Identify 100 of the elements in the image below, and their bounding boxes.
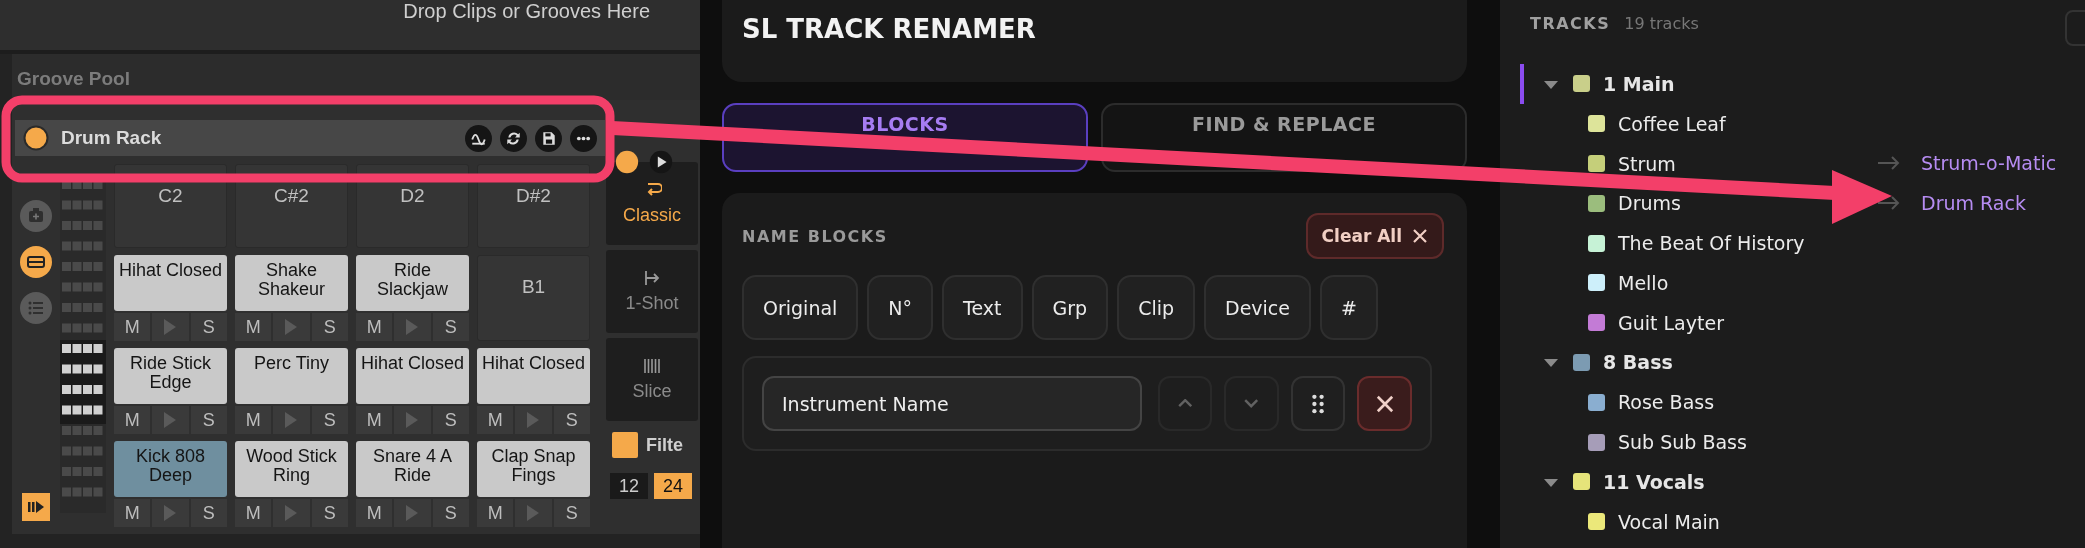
track-name[interactable]: Strum	[1618, 152, 1676, 175]
track-name[interactable]: Vocal Main	[1618, 510, 1720, 533]
new-name: Strum-o-Matic	[1921, 152, 2057, 175]
mute-button[interactable]: M	[235, 313, 272, 341]
drum-pad[interactable]: Ride Slackjaw	[356, 255, 469, 311]
solo-button[interactable]: S	[190, 313, 227, 341]
mute-button[interactable]: M	[235, 499, 272, 527]
drum-pad[interactable]: Kick 808 Deep	[114, 441, 227, 497]
drum-pad[interactable]: Clap Snap Fings	[477, 441, 590, 497]
track-row[interactable]: Rose Bass	[1520, 382, 2085, 423]
track-row[interactable]: Guit Layter	[1520, 302, 2085, 343]
mute-button[interactable]: M	[114, 499, 151, 527]
drum-pad[interactable]: Ride Stick Edge	[114, 348, 227, 404]
wave-icon[interactable]	[465, 124, 492, 152]
track-row[interactable]: Mello	[1520, 263, 2085, 303]
power-icon[interactable]	[615, 150, 639, 174]
new-name: Drum Rack	[1921, 192, 2026, 215]
mute-button[interactable]: M	[356, 499, 393, 527]
block-chip[interactable]: Grp	[1031, 275, 1109, 340]
track-count: 19 tracks	[1624, 14, 1699, 33]
track-row[interactable]: Strum Strum-o-Matic	[1520, 143, 2085, 184]
track-row[interactable]: Sub Sub Bass	[1520, 422, 2085, 462]
drum-pad[interactable]: Hihat Closed	[356, 348, 469, 404]
track-name[interactable]: Rose Bass	[1618, 391, 1715, 414]
track-row[interactable]: Drums Drum Rack	[1520, 183, 2085, 224]
pad-note-label: D2	[400, 185, 425, 207]
refresh-icon[interactable]	[500, 124, 527, 152]
block-chip[interactable]: #	[1320, 275, 1378, 340]
drum-pad[interactable]: Perc Tiny	[235, 348, 348, 404]
block-chip[interactable]: Device	[1204, 275, 1311, 340]
chevron-up-icon	[1177, 399, 1192, 408]
text-field[interactable]: Instrument Name	[762, 376, 1142, 431]
slope-button[interactable]: 24	[654, 473, 692, 499]
solo-button[interactable]: S	[311, 499, 348, 527]
solo-button[interactable]: S	[553, 406, 590, 434]
mute-button[interactable]: M	[235, 406, 272, 434]
solo-button[interactable]: S	[311, 406, 348, 434]
arrow-icon	[1877, 195, 1901, 212]
track-name[interactable]: Coffee Leaf	[1618, 112, 1726, 135]
launch-icon[interactable]	[22, 493, 50, 521]
mute-button[interactable]: M	[477, 499, 514, 527]
slope-button[interactable]: 12	[610, 473, 648, 499]
mute-button[interactable]: M	[356, 313, 393, 341]
block-chip[interactable]: Original	[742, 275, 859, 340]
track-name[interactable]: Guit Layter	[1618, 311, 1724, 334]
group-track[interactable]: 11 Vocals	[1603, 470, 1705, 493]
mode-button[interactable]: Slice	[606, 338, 698, 421]
save-icon[interactable]	[535, 124, 562, 152]
group-track[interactable]: 1 Main	[1603, 72, 1675, 95]
app-title: SL TRACK RENAMER	[742, 14, 1036, 44]
chevron-down-icon	[1244, 399, 1259, 408]
mode-button[interactable]: Classic	[606, 162, 698, 245]
mode-button[interactable]: 1-Shot	[606, 250, 698, 333]
pad-note-label: C2	[158, 185, 183, 207]
mute-button[interactable]: M	[356, 406, 393, 434]
track-name[interactable]: Mello	[1618, 271, 1669, 294]
mute-button[interactable]: M	[114, 406, 151, 434]
more-icon[interactable]	[570, 124, 597, 152]
mute-button[interactable]: M	[477, 406, 514, 434]
track-row[interactable]: 8 Bass	[1520, 342, 2085, 383]
clear-all-button[interactable]: Clear All	[1305, 213, 1444, 259]
block-chip[interactable]: N°	[867, 275, 934, 340]
drum-pad[interactable]: B1	[477, 255, 590, 341]
section-heading: NAME BLOCKS	[742, 226, 888, 246]
mute-button[interactable]: M	[114, 313, 151, 341]
slice-icon	[642, 357, 662, 375]
group-track[interactable]: 8 Bass	[1603, 351, 1673, 374]
track-row[interactable]: Vocal Main	[1520, 501, 2085, 542]
drum-pad[interactable]: Wood Stick Ring	[235, 441, 348, 497]
track-row[interactable]: 11 Vocals	[1520, 461, 2085, 502]
block-chip[interactable]: Clip	[1117, 275, 1195, 340]
chain-icon[interactable]	[20, 246, 52, 278]
block-chip[interactable]: Text	[942, 275, 1023, 340]
drum-pad[interactable]: Shake Shakeur	[235, 255, 348, 311]
drag-button[interactable]	[1290, 376, 1346, 431]
drum-pad[interactable]: Snare 4 A Ride	[356, 441, 469, 497]
track-name[interactable]: The Beat Of History	[1618, 232, 1805, 255]
checkbox[interactable]	[612, 432, 638, 458]
camera-icon[interactable]	[20, 200, 52, 232]
power-toggle[interactable]	[23, 125, 49, 151]
close-icon	[1412, 228, 1428, 244]
filter-label: Filte	[646, 434, 683, 456]
solo-button[interactable]: S	[553, 499, 590, 527]
solo-button[interactable]: S	[432, 406, 469, 434]
solo-button[interactable]: S	[190, 406, 227, 434]
track-row[interactable]: The Beat Of History	[1520, 223, 2085, 263]
pad-note-label: D#2	[516, 185, 551, 207]
delete-button[interactable]	[1357, 376, 1412, 431]
solo-button[interactable]: S	[190, 499, 227, 527]
track-name[interactable]: Sub Sub Bass	[1618, 431, 1747, 454]
solo-button[interactable]: S	[432, 499, 469, 527]
solo-button[interactable]: S	[311, 313, 348, 341]
list-icon[interactable]	[20, 292, 52, 324]
section-heading: TRACKS	[1530, 14, 1611, 33]
drum-pad[interactable]: Hihat Closed	[477, 348, 590, 404]
solo-button[interactable]: S	[432, 313, 469, 341]
track-name[interactable]: Drums	[1618, 192, 1681, 215]
device-name: Drum Rack	[61, 127, 163, 149]
track-row[interactable]: Coffee Leaf	[1520, 103, 2085, 144]
drum-pad[interactable]: Hihat Closed	[114, 255, 227, 311]
